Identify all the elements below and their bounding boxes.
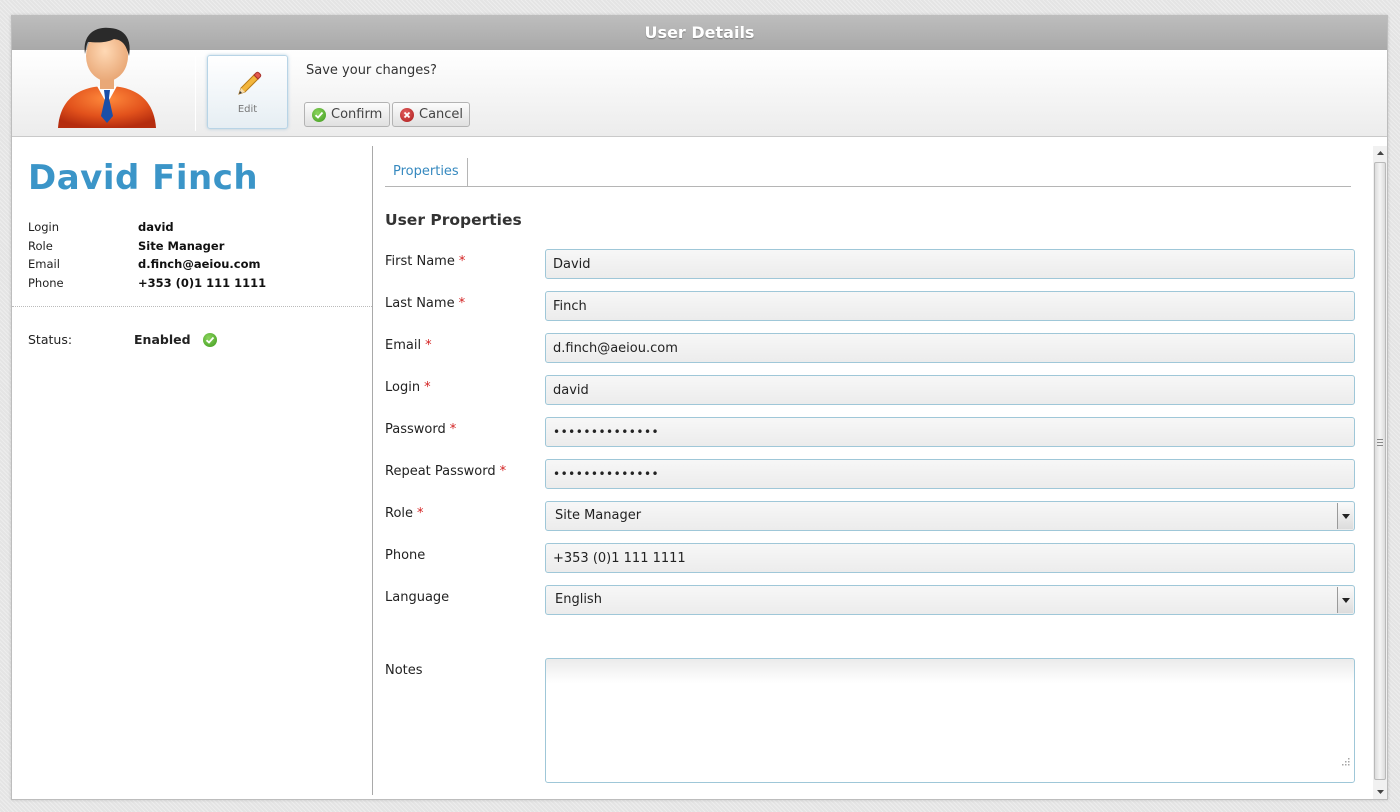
user-avatar-icon bbox=[58, 27, 156, 128]
info-row-login: Login david bbox=[28, 218, 266, 237]
profile-info: Login david Role Site Manager Email d.fi… bbox=[28, 218, 266, 292]
tab-bar: Properties bbox=[385, 158, 1351, 187]
edit-button-label: Edit bbox=[237, 104, 258, 115]
user-details-window: User Details Edit Save your changes? Con… bbox=[11, 15, 1388, 800]
first-name-input[interactable] bbox=[545, 249, 1355, 279]
section-title: User Properties bbox=[385, 211, 522, 229]
notes-label: Notes bbox=[385, 663, 423, 678]
email-input[interactable] bbox=[545, 333, 1355, 363]
confirm-button-label: Confirm bbox=[331, 107, 383, 122]
resize-grip-icon[interactable] bbox=[1339, 755, 1351, 767]
window-title: User Details bbox=[12, 16, 1387, 50]
role-label: Role * bbox=[385, 506, 424, 521]
email-label: Email * bbox=[385, 338, 432, 353]
cancel-button[interactable]: Cancel bbox=[392, 102, 470, 127]
toolbar-divider bbox=[195, 56, 196, 131]
user-full-name: David Finch bbox=[28, 158, 259, 198]
password-label: Password * bbox=[385, 422, 457, 437]
info-key: Login bbox=[28, 220, 60, 235]
info-row-phone: Phone +353 (0)1 111 1111 bbox=[28, 274, 266, 293]
login-input[interactable] bbox=[545, 375, 1355, 405]
status-label: Status: bbox=[28, 332, 73, 347]
language-label: Language bbox=[385, 590, 450, 605]
language-select[interactable]: English bbox=[545, 585, 1355, 615]
pencil-icon bbox=[237, 71, 261, 95]
scrollbar-thumb[interactable] bbox=[1374, 162, 1386, 780]
info-key: Email bbox=[28, 257, 60, 272]
info-value: +353 (0)1 111 1111 bbox=[138, 275, 267, 290]
repeat-password-label: Repeat Password * bbox=[385, 464, 507, 479]
save-changes-prompt: Save your changes? bbox=[306, 63, 437, 78]
last-name-input[interactable] bbox=[545, 291, 1355, 321]
phone-label: Phone bbox=[385, 548, 426, 563]
enabled-check-icon bbox=[202, 332, 217, 347]
profile-panel: David Finch Login david Role Site Manage… bbox=[12, 138, 372, 799]
cancel-circle-icon bbox=[400, 107, 414, 122]
info-value: david bbox=[138, 220, 174, 235]
login-label: Login * bbox=[385, 380, 431, 395]
info-row-email: Email d.finch@aeiou.com bbox=[28, 255, 266, 274]
properties-panel: Properties User Properties First Name* L… bbox=[373, 138, 1373, 799]
edit-button[interactable]: Edit bbox=[207, 55, 288, 129]
chevron-down-icon[interactable] bbox=[1337, 587, 1353, 613]
chevron-down-icon[interactable] bbox=[1337, 503, 1353, 529]
status-value: Enabled bbox=[134, 332, 191, 347]
info-row-role: Role Site Manager bbox=[28, 237, 266, 256]
phone-input[interactable] bbox=[545, 543, 1355, 573]
status-row: Status: Enabled bbox=[28, 332, 217, 347]
scroll-up-arrow-icon[interactable] bbox=[1374, 146, 1386, 160]
language-select-value: English bbox=[555, 592, 602, 607]
info-key: Phone bbox=[28, 275, 64, 290]
cancel-button-label: Cancel bbox=[419, 107, 464, 122]
scroll-down-arrow-icon[interactable] bbox=[1374, 785, 1386, 799]
password-input[interactable]: •••••••••••••• bbox=[545, 417, 1355, 447]
info-value: Site Manager bbox=[138, 238, 225, 253]
vertical-scrollbar[interactable] bbox=[1373, 146, 1387, 799]
confirm-button[interactable]: Confirm bbox=[304, 102, 390, 127]
check-circle-icon bbox=[312, 107, 326, 122]
role-select-value: Site Manager bbox=[555, 508, 642, 523]
notes-textarea[interactable] bbox=[545, 658, 1355, 783]
last-name-label: Last Name * bbox=[385, 296, 466, 311]
first-name-label: First Name * bbox=[385, 254, 466, 269]
role-select[interactable]: Site Manager bbox=[545, 501, 1355, 531]
tab-properties[interactable]: Properties bbox=[385, 158, 468, 186]
repeat-password-input[interactable]: •••••••••••••• bbox=[545, 459, 1355, 489]
info-value: d.finch@aeiou.com bbox=[138, 257, 261, 272]
info-key: Role bbox=[28, 238, 53, 253]
toolbar: Edit Save your changes? Confirm Cancel bbox=[12, 27, 1387, 137]
section-divider bbox=[12, 306, 372, 307]
